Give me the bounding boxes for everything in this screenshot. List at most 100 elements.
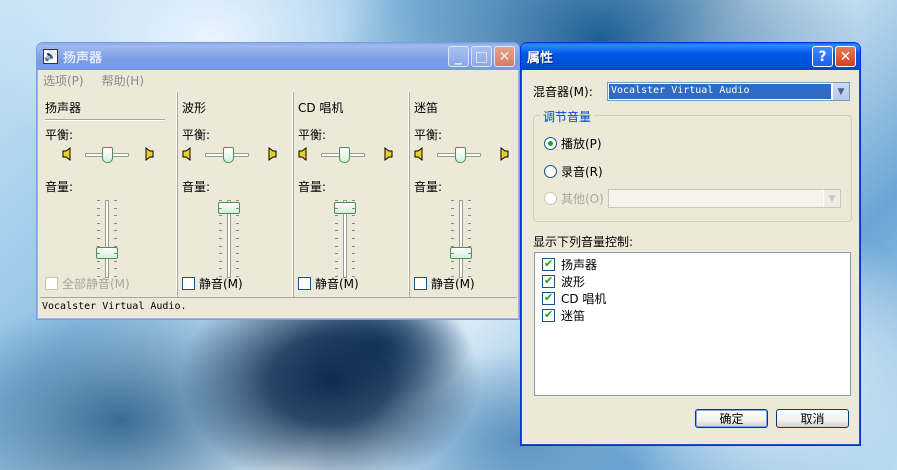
- volume-tick: [352, 238, 355, 239]
- list-item[interactable]: 波形: [542, 273, 585, 290]
- volume-tick: [335, 223, 338, 224]
- volume-tick: [97, 253, 100, 254]
- volume-tick: [219, 230, 222, 231]
- maximize-button[interactable]: □: [471, 46, 492, 67]
- speaker-right-icon: [500, 147, 509, 161]
- volume-tick: [451, 223, 454, 224]
- radio-other[interactable]: 其他(O): [544, 190, 604, 207]
- balance-slider-thumb[interactable]: [339, 147, 350, 163]
- volume-label: 音量:: [414, 180, 443, 194]
- ok-button[interactable]: 确定: [695, 409, 768, 428]
- volume-tick: [97, 246, 100, 247]
- volume-mixer-window: 🔊 扬声器 _ □ ✕ 选项(P) 帮助(H) 扬声器 平衡: 音量: 全部静音…: [36, 42, 520, 320]
- volume-tick: [97, 208, 100, 209]
- mixer-close-button[interactable]: ✕: [494, 46, 515, 67]
- other-device-value: [609, 190, 823, 207]
- volume-tick: [97, 200, 100, 201]
- menu-help[interactable]: 帮助(H): [102, 72, 144, 89]
- speaker-right-icon: [145, 147, 154, 161]
- radio-dot: [544, 137, 557, 150]
- chevron-down-icon[interactable]: ▼: [832, 83, 849, 100]
- mute-checkbox[interactable]: 静音(M): [414, 275, 475, 292]
- volume-tick: [335, 238, 338, 239]
- volume-label: 音量:: [182, 180, 211, 194]
- mute-label: 静音(M): [199, 277, 243, 291]
- list-item-label: 波形: [561, 275, 586, 289]
- volume-tick: [219, 261, 222, 262]
- list-item-label: CD 唱机: [561, 292, 607, 306]
- mute-checkbox[interactable]: 静音(M): [298, 275, 359, 292]
- channel-title: 扬声器: [45, 101, 82, 115]
- channel-wave: 波形 平衡: 音量: 静音(M): [177, 92, 293, 297]
- list-item[interactable]: CD 唱机: [542, 290, 606, 307]
- volume-tick: [451, 261, 454, 262]
- volume-tick: [352, 276, 355, 277]
- radio-playback[interactable]: 播放(P): [544, 135, 602, 152]
- list-item[interactable]: 迷笛: [542, 307, 585, 324]
- balance-slider-thumb[interactable]: [455, 147, 466, 163]
- volume-tick: [114, 230, 117, 231]
- volume-tick: [219, 268, 222, 269]
- volume-tick: [219, 200, 222, 201]
- volume-tick: [352, 261, 355, 262]
- props-close-button[interactable]: ✕: [835, 46, 856, 67]
- volume-tick: [97, 238, 100, 239]
- balance-label: 平衡:: [45, 128, 74, 142]
- checkbox-box: [414, 277, 427, 290]
- volume-tick: [451, 200, 454, 201]
- other-device-select[interactable]: ▼: [608, 189, 841, 208]
- checkbox-checked[interactable]: [542, 291, 555, 305]
- mixer-device-select[interactable]: Vocalster Virtual Audio ▼: [607, 82, 850, 101]
- volume-tick: [236, 268, 239, 269]
- speaker-right-icon: [268, 147, 277, 161]
- volume-tick: [352, 200, 355, 201]
- radio-record[interactable]: 录音(R): [544, 163, 603, 180]
- volume-tick: [236, 246, 239, 247]
- volume-tick: [352, 215, 355, 216]
- volume-tick: [451, 208, 454, 209]
- volume-track: [105, 200, 109, 278]
- volume-tick: [236, 215, 239, 216]
- volume-tick: [352, 268, 355, 269]
- volume-tick: [451, 215, 454, 216]
- mute-all-checkbox[interactable]: 全部静音(M): [45, 275, 130, 292]
- volume-tick: [468, 276, 471, 277]
- mute-label: 静音(M): [315, 277, 359, 291]
- radio-record-label: 录音(R): [561, 165, 603, 179]
- menu-options[interactable]: 选项(P): [43, 72, 84, 89]
- volume-tick: [468, 215, 471, 216]
- mixer-titlebar[interactable]: 🔊 扬声器 _ □ ✕: [37, 43, 519, 70]
- checkbox-checked[interactable]: [542, 308, 555, 322]
- checkbox-box: [45, 277, 58, 290]
- volume-tick: [352, 253, 355, 254]
- volume-controls-list[interactable]: 扬声器 波形 CD 唱机 迷笛: [534, 252, 851, 396]
- volume-tick: [114, 268, 117, 269]
- balance-label: 平衡:: [414, 128, 443, 142]
- checkbox-checked[interactable]: [542, 257, 555, 271]
- volume-tick: [335, 246, 338, 247]
- speaker-right-icon: [384, 147, 393, 161]
- chevron-down-icon: ▼: [823, 190, 840, 207]
- volume-label: 音量:: [298, 180, 327, 194]
- volume-tick: [114, 246, 117, 247]
- radio-other-label: 其他(O): [561, 192, 604, 206]
- volume-tick: [97, 276, 100, 277]
- volume-tick: [236, 200, 239, 201]
- volume-tick: [114, 261, 117, 262]
- volume-tick: [451, 246, 454, 247]
- balance-slider-thumb[interactable]: [223, 147, 234, 163]
- props-titlebar[interactable]: 属性 ? ✕: [521, 43, 860, 70]
- checkbox-checked[interactable]: [542, 274, 555, 288]
- speaker-left-icon: [298, 147, 307, 161]
- minimize-button[interactable]: _: [448, 46, 469, 67]
- volume-tick: [114, 223, 117, 224]
- volume-tick: [451, 268, 454, 269]
- volume-tick: [335, 276, 338, 277]
- cancel-button[interactable]: 取消: [776, 409, 849, 428]
- volume-tick: [219, 223, 222, 224]
- help-button[interactable]: ?: [812, 46, 833, 67]
- list-item[interactable]: 扬声器: [542, 256, 597, 273]
- mute-checkbox[interactable]: 静音(M): [182, 275, 243, 292]
- props-body: 混音器(M): Vocalster Virtual Audio ▼ 调节音量 播…: [521, 70, 860, 447]
- balance-slider-thumb[interactable]: [102, 147, 113, 163]
